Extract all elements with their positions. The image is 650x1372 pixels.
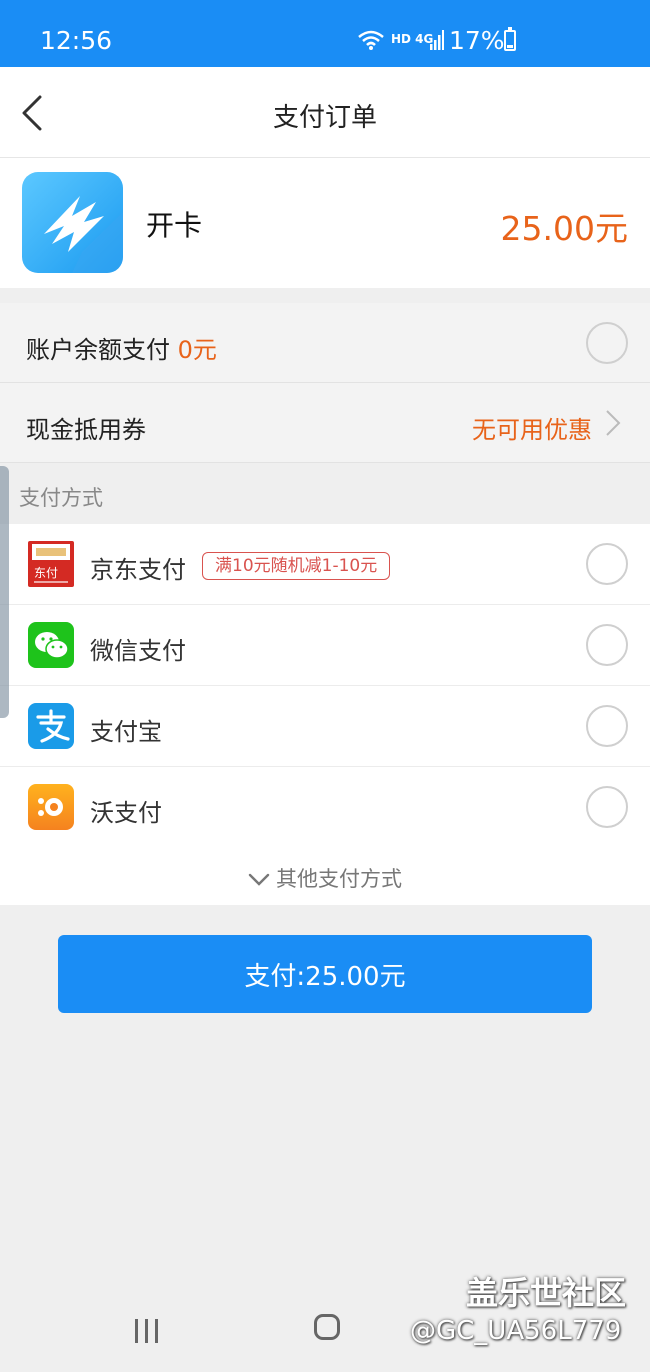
wo-pay-icon — [28, 784, 74, 830]
payment-section-title: 支付方式 — [19, 486, 103, 510]
status-time: 12:56 — [40, 26, 113, 55]
payment-item-wechat[interactable]: 微信支付 — [0, 605, 650, 686]
wifi-icon — [358, 30, 384, 50]
balance-label: 账户余额支付 — [26, 336, 170, 364]
payment-label-wechat: 微信支付 — [90, 637, 186, 665]
jd-pay-icon: 东付 — [28, 541, 74, 587]
promo-badge: 满10元随机减1-10元 — [202, 552, 391, 580]
signal-icon — [430, 30, 444, 50]
header-bar: 支付订单 — [0, 67, 650, 158]
order-name: 开卡 — [146, 209, 203, 242]
watermark-title: 盖乐世社区 — [466, 1274, 627, 1312]
battery-percent: 17% — [449, 26, 505, 55]
payment-label-wo: 沃支付 — [90, 799, 162, 827]
payment-item-wo[interactable]: 沃支付 — [0, 767, 650, 848]
jd-pay-radio[interactable] — [586, 543, 628, 585]
alipay-radio[interactable] — [586, 705, 628, 747]
wo-pay-radio[interactable] — [586, 786, 628, 828]
home-button-icon[interactable] — [314, 1314, 340, 1340]
coupon-label: 现金抵用券 — [26, 416, 146, 444]
chevron-right-icon — [606, 410, 621, 436]
wechat-pay-icon — [28, 622, 74, 668]
battery-icon — [504, 27, 516, 51]
coupon-row[interactable]: 现金抵用券 无可用优惠 — [0, 383, 650, 463]
app-logo-icon — [22, 172, 123, 273]
pay-button[interactable]: 支付:25.00元 — [58, 935, 592, 1013]
payment-label-jd: 京东支付 — [90, 556, 186, 584]
wechat-pay-radio[interactable] — [586, 624, 628, 666]
svg-text:东付: 东付 — [34, 566, 58, 580]
battery-fill — [507, 45, 513, 48]
more-methods-inner: 其他支付方式 — [0, 863, 650, 893]
page-title: 支付订单 — [272, 103, 377, 133]
alipay-icon — [28, 703, 74, 749]
payment-item-alipay[interactable]: 支付宝 — [0, 686, 650, 767]
more-payment-methods[interactable]: 其他支付方式 — [0, 845, 650, 905]
recent-apps-icon[interactable] — [134, 1318, 160, 1344]
order-price: 25.00元 — [500, 209, 628, 248]
balance-payment-row[interactable]: 账户余额支付 0元 — [0, 303, 650, 383]
order-card: 开卡 25.00元 — [0, 158, 650, 288]
network-type: HD 4G — [391, 32, 434, 46]
balance-label-group: 账户余额支付 0元 — [26, 330, 217, 365]
edge-panel-handle[interactable] — [0, 466, 9, 718]
more-methods-label: 其他支付方式 — [276, 867, 402, 891]
payment-label-alipay: 支付宝 — [90, 718, 162, 746]
coupon-value: 无可用优惠 — [472, 416, 592, 444]
balance-radio[interactable] — [586, 322, 628, 364]
chevron-down-icon — [248, 873, 270, 886]
balance-amount: 0元 — [177, 336, 217, 364]
watermark-handle: @GC_UA56L779 — [410, 1316, 622, 1346]
payment-item-jd[interactable]: 东付 京东支付 满10元随机减1-10元 — [0, 524, 650, 605]
payment-method-list: 东付 京东支付 满10元随机减1-10元 微信支付 支付宝 沃支付 — [0, 524, 650, 848]
status-bar: 12:56 HD 4G 17% — [0, 0, 650, 67]
